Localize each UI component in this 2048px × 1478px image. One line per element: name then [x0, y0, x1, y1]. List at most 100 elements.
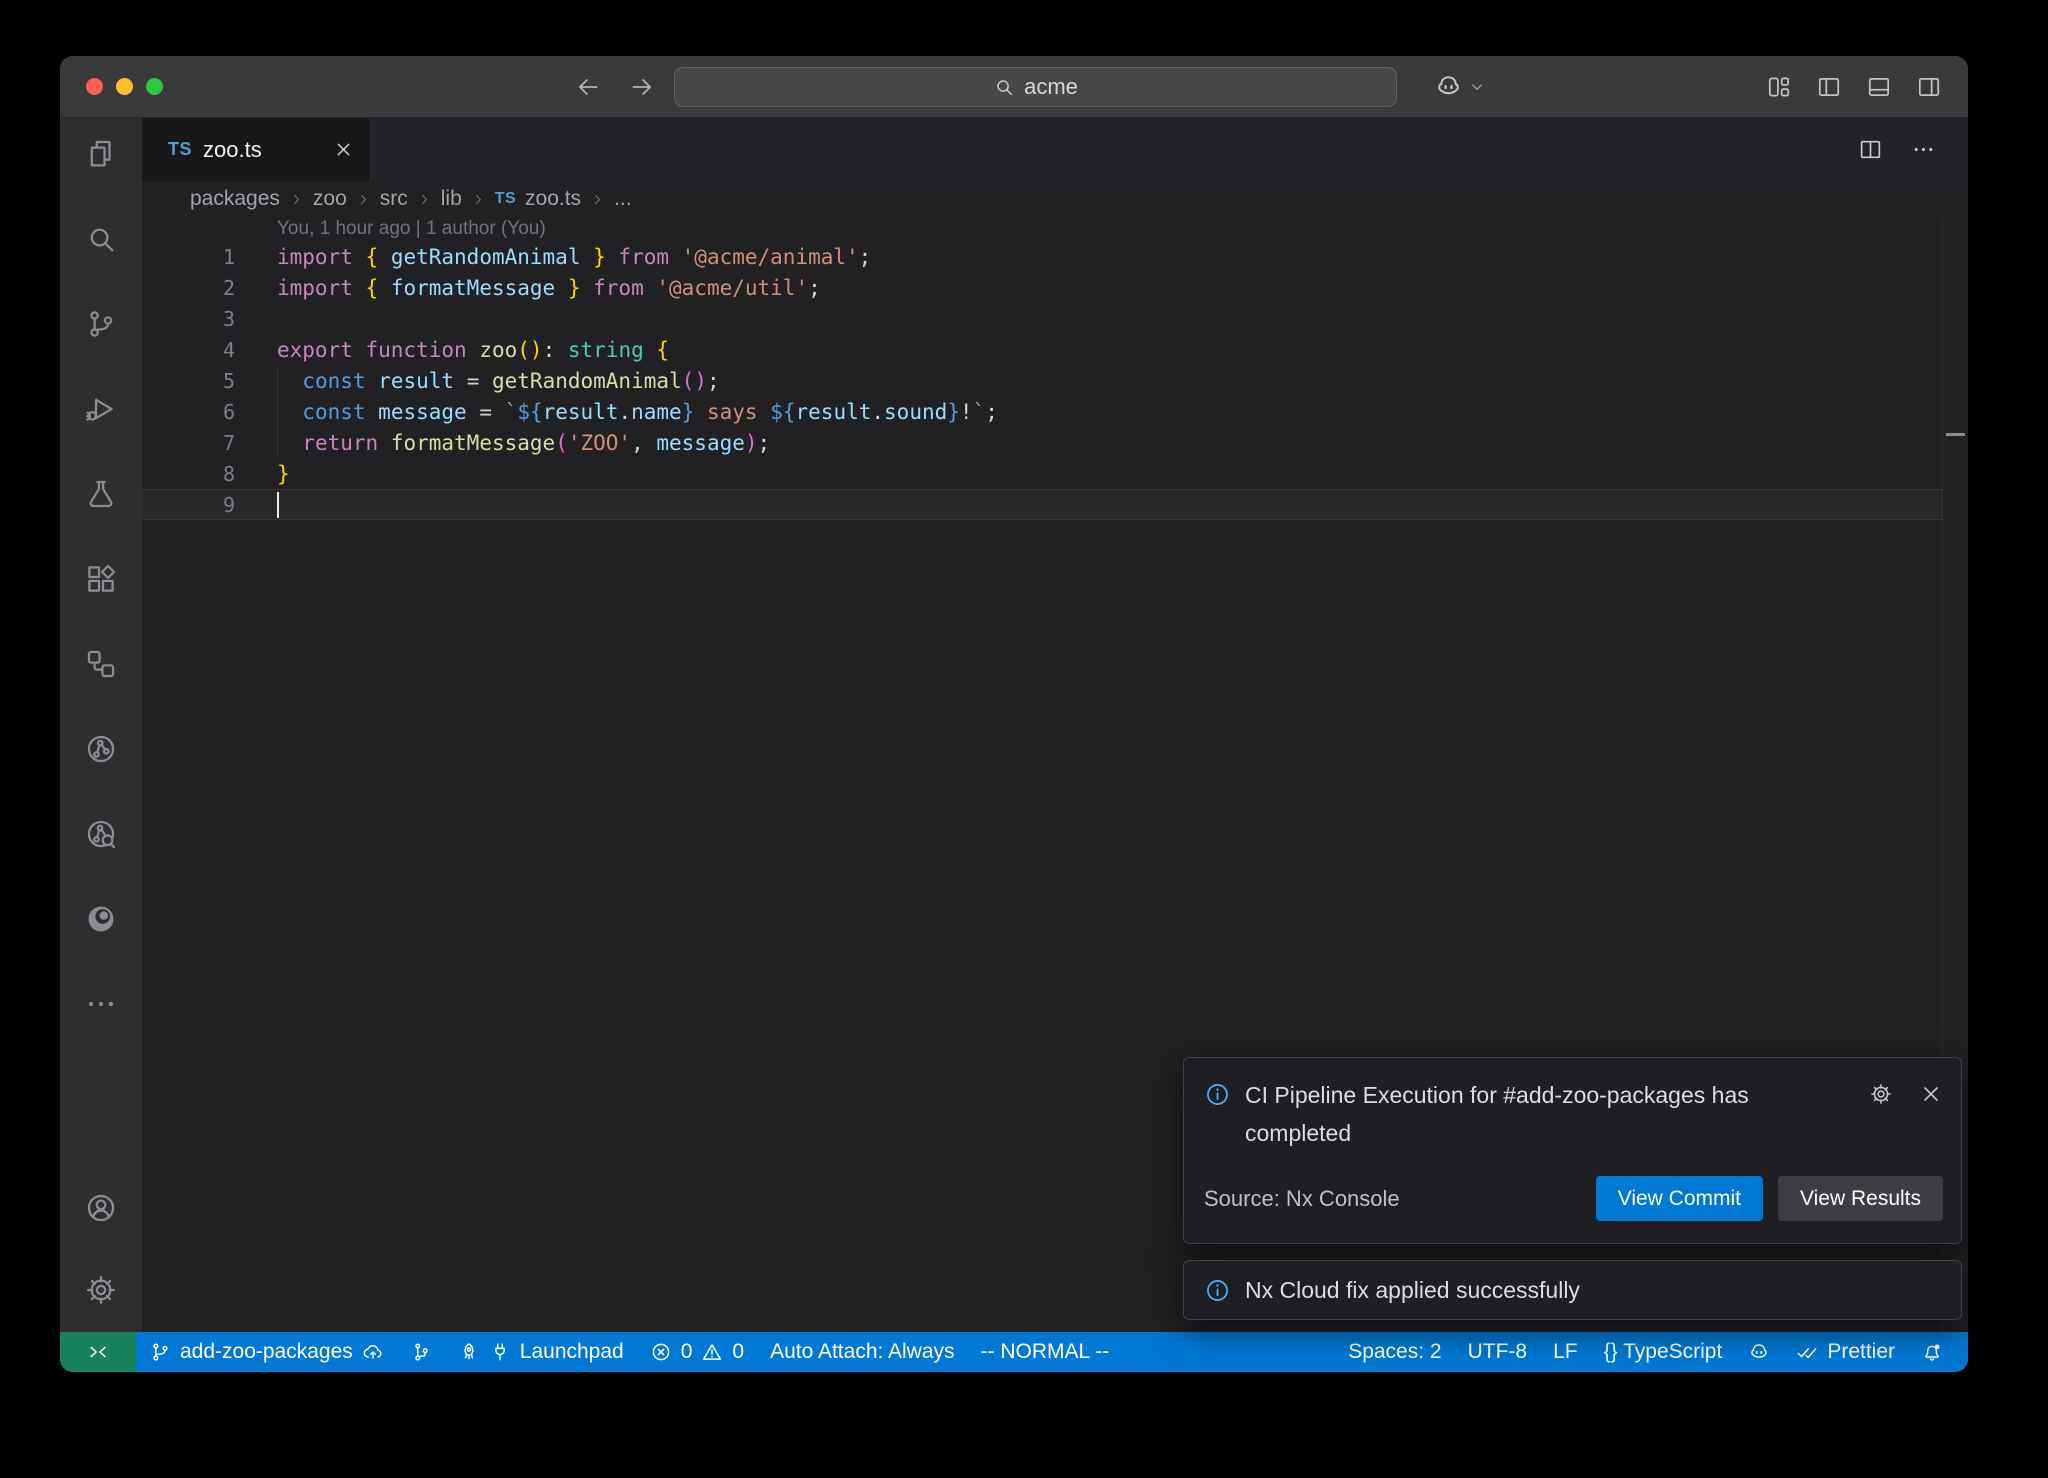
- activity-extensions-icon[interactable]: [76, 553, 126, 605]
- status-label: Launchpad: [520, 1340, 624, 1364]
- zoom-window-button[interactable]: [146, 78, 163, 95]
- customize-layout-icon[interactable]: [1766, 74, 1792, 100]
- titlebar: acme: [60, 56, 1968, 118]
- activity-beaker-icon[interactable]: [76, 468, 126, 520]
- chevron-down-icon: [1468, 78, 1486, 96]
- activity-bar: [60, 118, 142, 1332]
- status-label: Prettier: [1827, 1340, 1895, 1364]
- status-problems[interactable]: 00: [637, 1332, 757, 1372]
- warning-triangle-icon: [701, 1341, 723, 1363]
- double-check-icon: [1796, 1341, 1818, 1363]
- code-line-6[interactable]: 6 const message = `${result.name} says $…: [142, 396, 1943, 427]
- status-auto-attach[interactable]: Auto Attach: Always: [757, 1332, 967, 1372]
- view-results-button[interactable]: View Results: [1778, 1176, 1943, 1221]
- line-number: 3: [142, 307, 277, 331]
- breadcrumb-item--[interactable]: ...: [614, 187, 632, 211]
- remote-icon: [87, 1341, 109, 1363]
- notification-settings-icon[interactable]: [1869, 1082, 1893, 1106]
- activity-debug-icon[interactable]: [76, 383, 126, 435]
- status-indentation[interactable]: Spaces: 2: [1335, 1332, 1454, 1372]
- split-editor-icon[interactable]: [1858, 137, 1883, 162]
- ts-file-icon: TS: [168, 139, 192, 160]
- breadcrumb-item-lib[interactable]: lib: [441, 187, 462, 211]
- back-arrow-icon[interactable]: [575, 74, 601, 100]
- code-line-5[interactable]: 5 const result = getRandomAnimal();: [142, 365, 1943, 396]
- status-pipeline[interactable]: [397, 1332, 445, 1372]
- notification-toasts: CI Pipeline Execution for #add-zoo-packa…: [1183, 1057, 1962, 1320]
- git-blame-annotation: You, 1 hour ago | 1 author (You): [142, 217, 1968, 241]
- status-label: Spaces: 2: [1348, 1340, 1441, 1364]
- more-actions-icon[interactable]: [1911, 137, 1936, 162]
- status-bar: add-zoo-packages Launchpad 00Auto Attach: …: [60, 1332, 1968, 1372]
- code-line-8[interactable]: 8}: [142, 458, 1943, 489]
- code-line-content: import { formatMessage } from '@acme/uti…: [277, 276, 821, 300]
- status-formatter[interactable]: Prettier: [1783, 1332, 1908, 1372]
- status-label: 0: [732, 1340, 744, 1364]
- minimize-window-button[interactable]: [116, 78, 133, 95]
- screenshot-canvas: { "palette": { "kw":"#C586C0","st":"#569…: [0, 0, 2048, 1478]
- notification-close-icon[interactable]: [1919, 1082, 1943, 1106]
- toggle-primary-sidebar-icon[interactable]: [1816, 74, 1842, 100]
- status-copilot-status[interactable]: [1735, 1332, 1783, 1372]
- toggle-secondary-sidebar-icon[interactable]: [1916, 74, 1942, 100]
- line-number: 5: [142, 369, 277, 393]
- activity-more-icon[interactable]: [76, 978, 126, 1030]
- activity-edge-icon[interactable]: [76, 893, 126, 945]
- chevron-right-icon: [417, 192, 432, 207]
- code-line-9[interactable]: 9: [142, 489, 1943, 520]
- activity-source-control-icon[interactable]: [76, 298, 126, 350]
- code-line-3[interactable]: 3: [142, 303, 1943, 334]
- status-encoding[interactable]: UTF-8: [1455, 1332, 1541, 1372]
- activity-circle-branch-icon[interactable]: [76, 723, 126, 775]
- forward-arrow-icon[interactable]: [629, 74, 655, 100]
- search-icon: [993, 76, 1015, 98]
- error-circle-icon: [650, 1341, 672, 1363]
- status-notifications-bell[interactable]: [1908, 1332, 1956, 1372]
- line-number: 4: [142, 338, 277, 362]
- activity-files-icon[interactable]: [76, 128, 126, 180]
- status-launchpad[interactable]: Launchpad: [445, 1332, 637, 1372]
- search-value: acme: [1024, 74, 1078, 100]
- breadcrumb-item-src[interactable]: src: [380, 187, 408, 211]
- code-line-1[interactable]: 1import { getRandomAnimal } from '@acme/…: [142, 241, 1943, 272]
- chevron-right-icon: [471, 192, 486, 207]
- code-line-2[interactable]: 2import { formatMessage } from '@acme/ut…: [142, 272, 1943, 303]
- activity-settings-gear-icon[interactable]: [76, 1264, 126, 1316]
- bell-dot-icon: [1921, 1341, 1943, 1363]
- breadcrumb-item-packages[interactable]: packages: [190, 187, 280, 211]
- notification-message: CI Pipeline Execution for #add-zoo-packa…: [1245, 1076, 1805, 1152]
- breadcrumb-item-zoo[interactable]: zoo: [313, 187, 347, 211]
- chevron-right-icon: [289, 192, 304, 207]
- status-eol[interactable]: LF: [1540, 1332, 1591, 1372]
- status-vim-mode[interactable]: -- NORMAL --: [968, 1332, 1123, 1372]
- activity-circle-branch-search-icon[interactable]: [76, 808, 126, 860]
- status-remote-indicator[interactable]: [60, 1332, 136, 1372]
- breadcrumb: packageszoosrclibTSzoo.ts...: [142, 181, 1968, 217]
- copilot-menu[interactable]: [1434, 56, 1486, 117]
- activity-account-icon[interactable]: [76, 1182, 126, 1234]
- code-line-7[interactable]: 7 return formatMessage('ZOO', message);: [142, 427, 1943, 458]
- line-number: 6: [142, 400, 277, 424]
- overview-ruler-mark: [1946, 433, 1965, 436]
- toggle-panel-icon[interactable]: [1866, 74, 1892, 100]
- chevron-right-icon: [356, 192, 371, 207]
- command-center-search[interactable]: acme: [674, 67, 1397, 107]
- activity-search-icon[interactable]: [76, 213, 126, 265]
- status-label: LF: [1553, 1340, 1578, 1364]
- code-line-4[interactable]: 4export function zoo(): string {: [142, 334, 1943, 365]
- tab-bar: TS zoo.ts: [142, 118, 1968, 181]
- cloud-upload-icon: [362, 1341, 384, 1363]
- info-icon: [1204, 1081, 1231, 1108]
- breadcrumb-item-zoo-ts[interactable]: zoo.ts: [525, 187, 581, 211]
- activity-linked-squares-icon[interactable]: [76, 638, 126, 690]
- code-line-content: const message = `${result.name} says ${r…: [277, 400, 998, 424]
- status-language-mode[interactable]: {} TypeScript: [1591, 1332, 1736, 1372]
- close-window-button[interactable]: [86, 78, 103, 95]
- view-commit-button[interactable]: View Commit: [1596, 1176, 1763, 1221]
- status-git-branch[interactable]: add-zoo-packages: [136, 1332, 397, 1372]
- code-line-content: import { getRandomAnimal } from '@acme/a…: [277, 245, 871, 269]
- code-line-content: [277, 492, 279, 518]
- tab-zoo-ts[interactable]: TS zoo.ts: [142, 118, 371, 181]
- notification-message: Nx Cloud fix applied successfully: [1245, 1275, 1580, 1305]
- close-tab-icon[interactable]: [333, 139, 354, 160]
